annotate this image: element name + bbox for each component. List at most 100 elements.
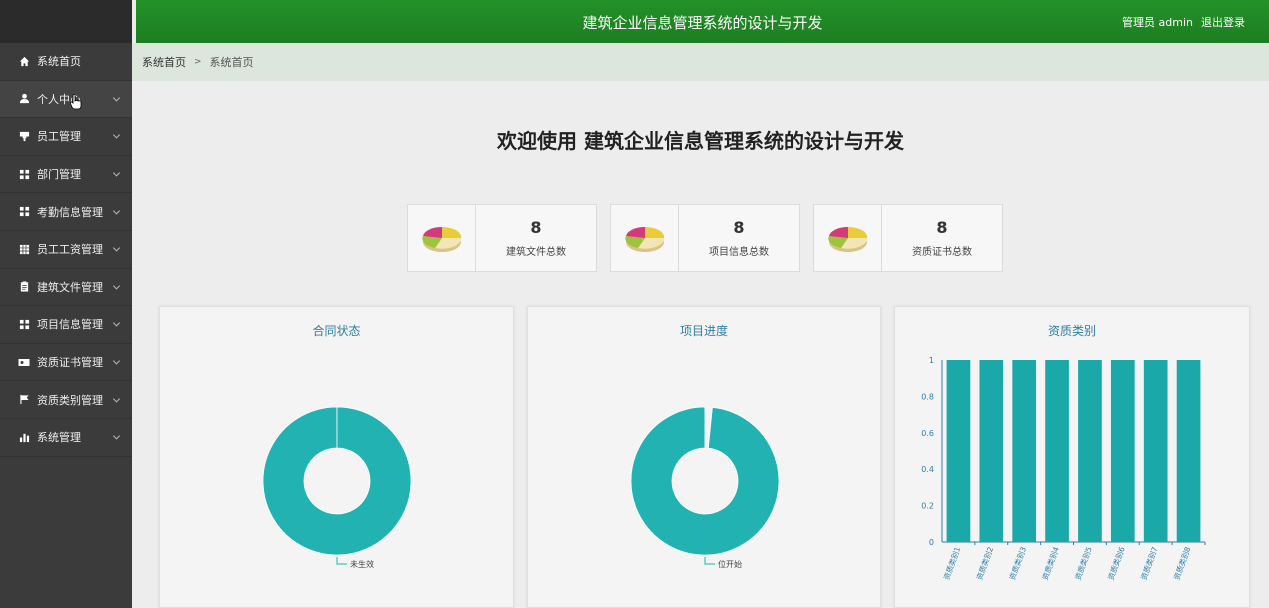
x-tick-label: 资质类别6: [1105, 545, 1126, 581]
sidebar-item[interactable]: 员工工资管理: [0, 230, 132, 269]
grid-icon: [18, 168, 30, 180]
welcome-heading: 欢迎使用 建筑企业信息管理系统的设计与开发: [497, 129, 904, 153]
app-title: 建筑企业信息管理系统的设计与开发: [582, 14, 823, 32]
chevron-down-icon: [112, 244, 121, 252]
x-tick-label: 资质类别3: [1007, 545, 1028, 581]
sidebar-item[interactable]: 个人中心: [0, 80, 132, 119]
grid-icon: [18, 318, 30, 330]
sidebar-header: [0, 0, 132, 43]
stat-value: 8: [530, 218, 542, 237]
table-icon: [18, 243, 30, 255]
pie-slice[interactable]: [262, 406, 412, 556]
sidebar-item[interactable]: 项目信息管理: [0, 306, 132, 344]
sidebar-item-label: 资质证书管理: [37, 356, 103, 370]
chevron-down-icon: [112, 94, 121, 102]
id-card-icon: [18, 356, 30, 368]
bar-chart-icon: [18, 431, 30, 443]
y-tick-label: 0.4: [921, 465, 934, 474]
chevron-down-icon: [112, 131, 121, 140]
bar[interactable]: [1110, 360, 1135, 542]
logout-link[interactable]: 退出登录: [1201, 14, 1245, 30]
stat-card-projects: 8 项目信息总数: [610, 204, 800, 272]
grid-icon: [18, 206, 30, 218]
home-icon: [18, 55, 30, 67]
user-label: 管理员 admin: [1122, 16, 1193, 29]
chevron-down-icon: [112, 207, 121, 215]
trophy-icon: [18, 130, 30, 142]
bar[interactable]: [979, 360, 1004, 542]
sidebar-item-label: 项目信息管理: [37, 318, 103, 332]
chevron-down-icon: [112, 169, 121, 177]
y-tick-label: 0.8: [921, 392, 934, 401]
sidebar-item[interactable]: 资质证书管理: [0, 343, 132, 382]
x-tick-label: 资质类别7: [1138, 545, 1159, 581]
sidebar-item-label: 员工工资管理: [37, 243, 103, 257]
bar[interactable]: [946, 360, 971, 542]
slice-label: 未生效: [350, 559, 374, 569]
bar[interactable]: [1045, 360, 1069, 542]
x-tick-label: 资质类别5: [1073, 545, 1094, 581]
pie-chart-icon: [408, 205, 476, 271]
sidebar-item[interactable]: 考勤信息管理: [0, 193, 132, 231]
sidebar-item[interactable]: 部门管理: [0, 155, 132, 194]
sidebar-item-label: 资质类别管理: [37, 393, 103, 407]
x-tick-label: 资质类别2: [974, 545, 995, 581]
hand-cursor-icon: [70, 94, 82, 110]
bar[interactable]: [1176, 360, 1201, 542]
clipboard-icon: [18, 281, 30, 293]
label-leader-line: [704, 557, 715, 565]
sidebar-item-label: 员工管理: [37, 130, 81, 144]
y-tick-label: 0.2: [921, 502, 934, 511]
donut-chart-svg: 未生效: [262, 406, 412, 569]
breadcrumb-separator: >: [194, 57, 202, 67]
bar[interactable]: [1012, 360, 1037, 542]
breadcrumb-home[interactable]: 系统首页: [142, 54, 186, 70]
chevron-down-icon: [112, 357, 121, 365]
stat-label: 建筑文件总数: [506, 247, 566, 258]
sidebar-item[interactable]: 系统管理: [0, 418, 132, 457]
sidebar: 系统首页 个人中心员工管理部门管理考勤信息管理 员工工资管理 建筑文件管理 项目信息管理…: [0, 0, 132, 608]
breadcrumb-current: 系统首页: [209, 56, 254, 69]
main-content: 欢迎使用 建筑企业信息管理系统的设计与开发 8 建筑文件总数 8 项目信息总数 …: [132, 81, 1269, 608]
top-header: 建筑企业信息管理系统的设计与开发 管理员 admin 退出登录: [136, 0, 1269, 43]
stat-value: 8: [733, 218, 745, 237]
chevron-down-icon: [112, 395, 121, 403]
stat-value: 8: [936, 218, 948, 237]
sidebar-menu: 系统首页 个人中心员工管理部门管理考勤信息管理 员工工资管理 建筑文件管理 项目信息管理…: [0, 43, 132, 457]
flag-icon: [18, 394, 30, 406]
sidebar-item-label: 系统管理: [37, 431, 81, 445]
stat-card-building-files: 8 建筑文件总数: [407, 204, 597, 272]
chevron-down-icon: [112, 282, 121, 290]
x-tick-label: 资质类别4: [1040, 545, 1061, 581]
y-tick-label: 1: [929, 356, 934, 365]
user-icon: [18, 93, 30, 105]
sidebar-item-label: 部门管理: [37, 168, 81, 182]
sidebar-item[interactable]: 建筑文件管理: [0, 268, 132, 307]
chart-project-progress: 项目进度 位开始: [527, 306, 881, 608]
label-leader-line: [336, 557, 347, 565]
pie-slice[interactable]: [630, 406, 780, 556]
chevron-down-icon: [112, 319, 121, 327]
sidebar-item-label: 建筑文件管理: [37, 280, 103, 294]
chart-qualification-type: 资质类别 0 0.2 0.4 0.6 0.8 1 资质类别1 资质类别2 资质类别3 资质类别4 资…: [894, 306, 1250, 608]
breadcrumb: 系统首页 > 系统首页: [132, 43, 1269, 81]
slice-label: 位开始: [718, 559, 742, 569]
stat-label: 资质证书总数: [912, 247, 972, 258]
pie-chart-icon: [814, 205, 882, 271]
y-tick-label: 0.6: [921, 429, 934, 438]
donut-chart-svg: 位开始: [630, 406, 780, 569]
bar-chart-svg: 0 0.2 0.4 0.6 0.8 1 资质类别1 资质类别2 资质类别3 资质类别4 资质类别5 资…: [921, 356, 1206, 581]
bar[interactable]: [1143, 360, 1168, 542]
stat-label: 项目信息总数: [709, 247, 769, 258]
sidebar-item-label: 考勤信息管理: [37, 205, 103, 219]
stat-card-certificates: 8 资质证书总数: [813, 204, 1003, 272]
bar[interactable]: [1078, 360, 1102, 542]
chart-contract-status: 合同状态 未生效: [159, 306, 514, 608]
x-tick-label: 资质类别1: [941, 545, 962, 581]
sidebar-item[interactable]: 员工管理: [0, 118, 132, 156]
sidebar-item[interactable]: 资质类别管理: [0, 381, 132, 419]
y-tick-label: 0: [929, 538, 934, 547]
sidebar-item[interactable]: 系统首页: [0, 43, 132, 81]
x-tick-label: 资质类别8: [1171, 545, 1192, 581]
pie-chart-icon: [611, 205, 679, 271]
